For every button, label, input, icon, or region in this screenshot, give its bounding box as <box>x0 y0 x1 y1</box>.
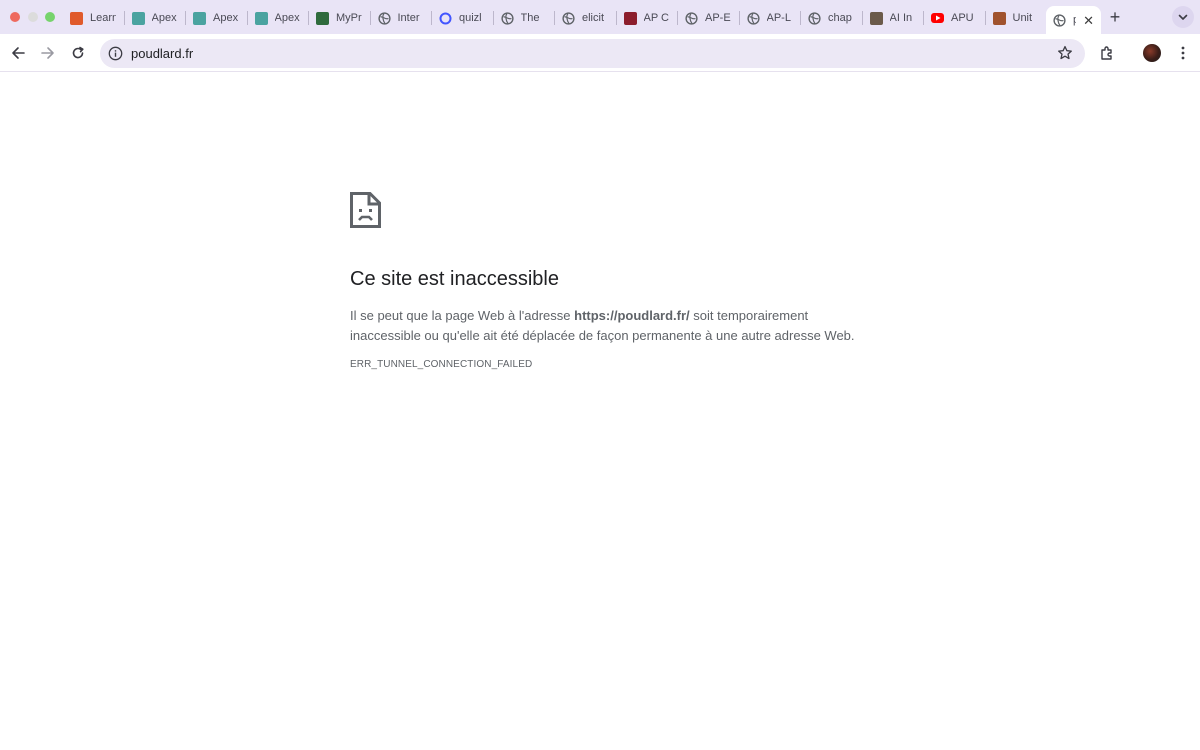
tab[interactable]: AP-E <box>677 6 739 30</box>
bookmark-star-icon[interactable] <box>1057 45 1073 61</box>
tab-title: quizl <box>459 12 482 24</box>
tab-title: Apex <box>151 12 177 24</box>
apex-favicon-icon <box>254 11 268 25</box>
tab[interactable]: The <box>492 6 555 30</box>
arrow-left-icon <box>12 47 25 59</box>
tab-title: p <box>1073 14 1077 26</box>
extensions-button[interactable] <box>1097 43 1117 63</box>
kebab-menu-icon <box>1181 46 1185 60</box>
tab[interactable]: Apex <box>246 6 309 30</box>
quizlet-favicon-icon <box>439 12 452 25</box>
arrow-right-icon <box>41 47 54 59</box>
close-window-button[interactable] <box>10 12 20 22</box>
address-bar[interactable]: poudlard.fr <box>100 39 1085 68</box>
error-title: Ce site est inaccessible <box>350 268 559 290</box>
tab-title: The <box>520 12 540 24</box>
minimize-window-button[interactable] <box>28 12 38 22</box>
tab[interactable]: Learn <box>62 6 124 30</box>
tab[interactable]: Inter <box>369 6 432 30</box>
tab-title: Apex <box>213 12 239 24</box>
youtube-favicon-icon <box>931 13 944 23</box>
active-tab[interactable]: p ✕ <box>1046 6 1101 34</box>
tab-title: Unit <box>1012 12 1033 24</box>
profile-avatar[interactable] <box>1143 44 1161 62</box>
learn-favicon-icon <box>70 11 83 25</box>
sad-page-icon <box>350 192 381 228</box>
globe-favicon-icon <box>808 11 821 25</box>
tab-title: Apex <box>274 12 300 24</box>
globe-favicon-icon <box>500 11 514 25</box>
tab-list: Learn Apex Apex Apex MyPr Inter quizl The elicit… <box>62 6 1101 34</box>
globe-favicon-icon <box>562 11 575 25</box>
globe-favicon-icon <box>1053 13 1066 27</box>
tab[interactable]: Apex <box>185 6 247 30</box>
url-text: poudlard.fr <box>131 46 194 61</box>
close-tab-icon[interactable]: ✕ <box>1083 14 1094 27</box>
tab-title: AP C <box>643 12 669 24</box>
reload-button[interactable] <box>68 43 88 63</box>
tab-title: AP-L <box>766 12 791 24</box>
error-url: https://poudlard.fr/ <box>574 308 690 323</box>
tab-title: elicit <box>582 12 605 24</box>
tab-title: Inter <box>397 12 420 24</box>
tab[interactable]: Unit <box>984 6 1047 30</box>
tab-title: MyPr <box>336 12 362 24</box>
tab[interactable]: AP C <box>615 6 678 30</box>
tab-title: APU <box>951 12 974 24</box>
tab-title: AI In <box>889 12 913 24</box>
tab[interactable]: Apex <box>123 6 186 30</box>
tab[interactable]: chap <box>800 6 862 30</box>
forward-button[interactable] <box>38 43 58 63</box>
apex-favicon-icon <box>193 11 206 25</box>
globe-favicon-icon <box>685 11 698 25</box>
puzzle-icon <box>1101 46 1112 60</box>
tab[interactable]: quizl <box>431 6 493 30</box>
menu-button[interactable] <box>1173 43 1193 63</box>
error-description-start: Il se peut que la page Web à l'adresse <box>350 308 575 323</box>
tab-title: AP-E <box>705 12 731 24</box>
reload-icon <box>72 46 84 59</box>
maximize-window-button[interactable] <box>45 12 55 22</box>
apex-favicon-icon <box>131 11 145 25</box>
tab[interactable]: AI In <box>861 6 924 30</box>
tab[interactable]: AP-L <box>738 6 801 30</box>
tab[interactable]: APU <box>923 6 985 30</box>
error-code: ERR_TUNNEL_CONNECTION_FAILED <box>350 359 533 370</box>
tab[interactable]: elicit <box>554 6 616 30</box>
toolbar: poudlard.fr <box>0 34 1200 72</box>
globe-favicon-icon <box>377 11 391 25</box>
tab-search-button[interactable] <box>1172 6 1194 28</box>
error-description: Il se peut que la page Web à l'adresse h… <box>350 306 870 346</box>
globe-favicon-icon <box>746 11 760 25</box>
tab-strip: Learn Apex Apex Apex MyPr Inter quizl The elicit… <box>0 0 1200 34</box>
tab-title: Learn <box>90 12 116 24</box>
new-tab-button[interactable]: + <box>1105 7 1125 27</box>
mypr-favicon-icon <box>316 11 329 25</box>
ai-favicon-icon <box>869 11 883 25</box>
tab-title: chap <box>828 12 852 24</box>
chevron-down-icon <box>1178 14 1188 20</box>
site-info-icon[interactable] <box>108 46 123 61</box>
back-button[interactable] <box>8 43 28 63</box>
feather-favicon-icon <box>992 11 1006 25</box>
tab[interactable]: MyPr <box>308 6 370 30</box>
ap-favicon-icon <box>623 11 637 25</box>
